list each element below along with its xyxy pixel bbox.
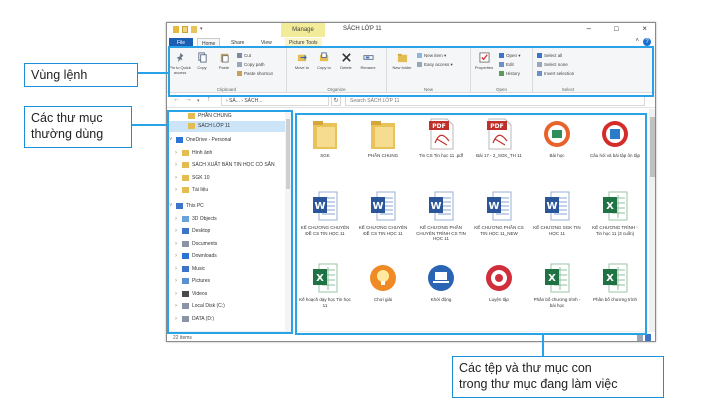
- manage-context-tab[interactable]: Manage: [281, 23, 325, 37]
- search-input[interactable]: Search SÁCH LỚP 11: [345, 96, 645, 106]
- screenshot-root: ▾ Manage SÁCH LỚP 11 – ☐ × File Home Sha…: [0, 0, 718, 408]
- nav-callout-text: Các thư mục thường dùng: [31, 111, 104, 141]
- item-count: 22 items: [173, 335, 192, 341]
- ribbon-callout-text: Vùng lệnh: [31, 68, 88, 82]
- ribbon-connector: [138, 72, 169, 74]
- files-callout-line1: Các tệp và thư mục con: [459, 361, 592, 375]
- close-button[interactable]: ×: [642, 24, 647, 33]
- maximize-button[interactable]: ☐: [614, 26, 619, 33]
- chevron-up-icon[interactable]: ˄: [635, 38, 639, 44]
- new-folder-icon[interactable]: [191, 26, 197, 33]
- minimize-button[interactable]: –: [587, 24, 591, 33]
- forward-button[interactable]: →: [185, 96, 192, 103]
- help-icon[interactable]: ?: [643, 38, 651, 46]
- content-scrollbar[interactable]: [649, 109, 655, 331]
- back-button[interactable]: ←: [173, 96, 180, 103]
- ribbon-highlight: [168, 46, 654, 97]
- properties-icon[interactable]: [182, 26, 188, 33]
- nav-connector: [131, 124, 168, 126]
- files-callout: Các tệp và thư mục con trong thư mục đan…: [452, 356, 664, 398]
- up-button[interactable]: ↑: [207, 96, 211, 103]
- files-connector: [542, 334, 544, 356]
- address-input[interactable]: › SÁ... › SÁCH...: [221, 96, 329, 106]
- view-toggle-icon[interactable]: [637, 334, 651, 341]
- nav-callout: Các thư mục thường dùng: [24, 106, 132, 148]
- files-callout-line2: trong thư mục đang làm việc: [459, 377, 618, 391]
- title-bar: ▾ Manage SÁCH LỚP 11 – ☐ ×: [167, 23, 655, 37]
- files-highlight: [295, 113, 647, 335]
- folder-icon[interactable]: [173, 26, 179, 33]
- quick-access-toolbar: ▾: [173, 26, 205, 33]
- nav-highlight: [167, 110, 293, 334]
- chevron-down-icon[interactable]: ▾: [200, 26, 205, 33]
- refresh-button[interactable]: ↻: [331, 96, 341, 106]
- content-scroll-thumb[interactable]: [650, 117, 655, 177]
- window-title: SÁCH LỚP 11: [343, 26, 382, 32]
- ribbon-callout: Vùng lệnh: [24, 63, 138, 87]
- chevron-down-icon[interactable]: ▾: [197, 98, 200, 104]
